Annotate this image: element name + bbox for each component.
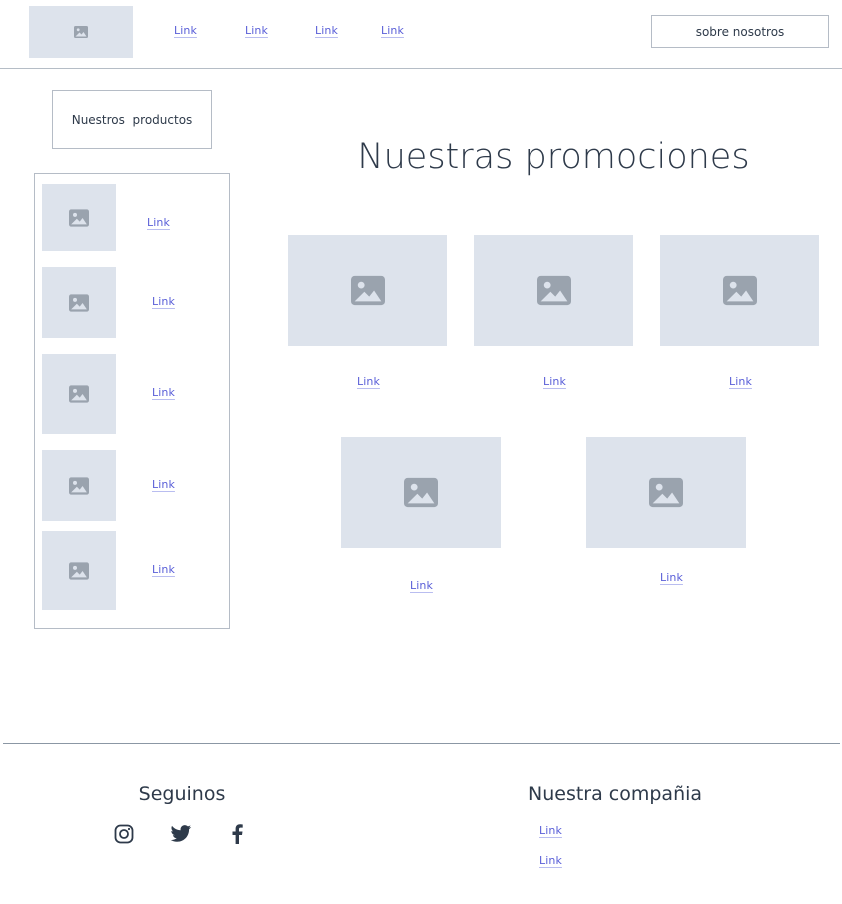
promo-image-1[interactable] [288, 235, 447, 346]
page-title: Nuestras promociones [357, 137, 750, 177]
facebook-icon[interactable] [231, 824, 243, 844]
image-placeholder-icon [722, 275, 757, 306]
image-placeholder-icon [69, 476, 89, 495]
about-us-label: sobre nosotros [695, 24, 785, 39]
image-placeholder-icon [69, 385, 89, 403]
header-divider [0, 68, 842, 69]
product-thumbnail[interactable] [42, 184, 116, 251]
logo-image[interactable] [29, 6, 133, 58]
promo-image-5[interactable] [586, 437, 746, 548]
promo-link-5[interactable]: Link [660, 571, 683, 585]
instagram-icon[interactable] [114, 824, 134, 844]
product-thumbnail[interactable] [42, 267, 116, 338]
image-placeholder-icon [74, 26, 88, 38]
product-link-1[interactable]: Link [147, 216, 170, 230]
product-thumbnail[interactable] [42, 450, 116, 521]
promo-link-4[interactable]: Link [410, 579, 433, 593]
company-title: Nuestra compañia [528, 783, 703, 805]
nav-link-3[interactable]: Link [315, 24, 338, 38]
promo-link-2[interactable]: Link [543, 375, 566, 389]
nav-link-1[interactable]: Link [174, 24, 197, 38]
nav-link-2[interactable]: Link [245, 24, 268, 38]
image-placeholder-icon [69, 293, 89, 312]
product-thumbnail[interactable] [42, 531, 116, 610]
promo-link-3[interactable]: Link [729, 375, 752, 389]
product-link-5[interactable]: Link [152, 563, 175, 577]
products-button-label: Nuestros productos [71, 112, 193, 127]
twitter-icon[interactable] [170, 824, 192, 844]
promo-link-1[interactable]: Link [357, 375, 380, 389]
image-placeholder-icon [649, 477, 683, 508]
nav-link-4[interactable]: Link [381, 24, 404, 38]
image-placeholder-icon [69, 561, 89, 580]
promo-image-2[interactable] [474, 235, 633, 346]
company-link-1[interactable]: Link [539, 824, 562, 838]
product-thumbnail[interactable] [42, 354, 116, 434]
image-placeholder-icon [350, 275, 385, 306]
social-title: Seguinos [138, 783, 226, 805]
footer-divider [3, 743, 840, 744]
about-us-button[interactable]: sobre nosotros [651, 15, 829, 48]
promo-image-4[interactable] [341, 437, 501, 548]
product-link-3[interactable]: Link [152, 386, 175, 400]
image-placeholder-icon [536, 275, 571, 306]
company-link-2[interactable]: Link [539, 854, 562, 868]
image-placeholder-icon [404, 477, 438, 508]
product-link-4[interactable]: Link [152, 478, 175, 492]
image-placeholder-icon [69, 208, 89, 227]
product-link-2[interactable]: Link [152, 295, 175, 309]
promo-image-3[interactable] [660, 235, 819, 346]
products-button[interactable]: Nuestros productos [52, 90, 212, 149]
